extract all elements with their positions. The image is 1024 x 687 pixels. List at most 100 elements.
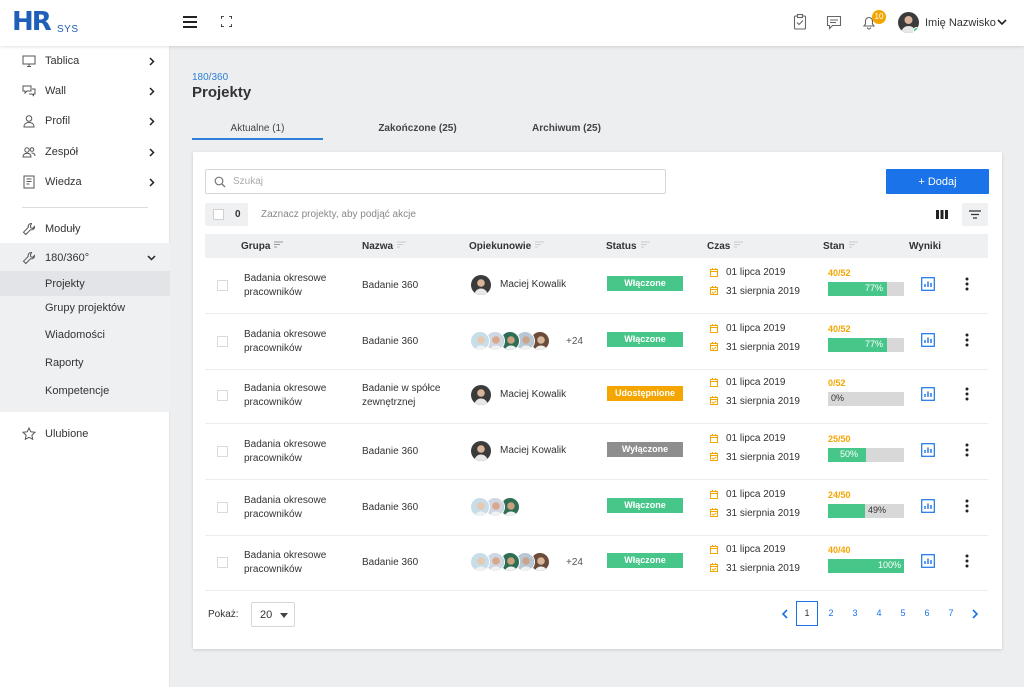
chat-icon[interactable] (825, 13, 843, 31)
columns-icon[interactable] (930, 203, 954, 226)
table-row[interactable]: Badania okresowe pracowników Badanie 360 W… (205, 480, 988, 536)
row-checkbox[interactable] (217, 336, 228, 347)
row-checkbox[interactable] (217, 446, 228, 457)
page-7-button[interactable]: 7 (940, 601, 962, 626)
wrench-icon (22, 252, 35, 265)
row-checkbox[interactable] (217, 390, 228, 401)
table-row[interactable]: Badania okresowe pracowników Badanie 360 +… (205, 535, 988, 591)
chevron-down-icon[interactable] (997, 18, 1007, 26)
clipboard-icon[interactable] (791, 13, 809, 31)
tab-aktualne[interactable]: Aktualne (1) (192, 116, 323, 140)
progress-bar: 49% (828, 504, 904, 518)
results-chart-icon[interactable] (921, 387, 935, 401)
results-chart-icon[interactable] (921, 277, 935, 291)
project-name[interactable]: Badanie 360 (362, 335, 457, 349)
sidebar-item-profil[interactable]: Profil (0, 106, 170, 136)
more-options-icon[interactable] (963, 442, 971, 458)
sidebar-subitem-kompetencje[interactable]: Kompetencje (0, 378, 170, 403)
results-chart-icon[interactable] (921, 554, 935, 568)
status-badge: Udostępnione (607, 386, 683, 401)
tab-zakonczone[interactable]: Zakończone (25) (352, 116, 483, 140)
row-checkbox[interactable] (217, 502, 228, 513)
breadcrumb[interactable]: 180/360 (192, 72, 228, 83)
sidebar-item-wiedza[interactable]: Wiedza (0, 167, 170, 197)
sort-icon (734, 241, 744, 248)
table-row[interactable]: Badania okresowe pracowników Badanie w sp… (205, 368, 988, 424)
results-chart-icon[interactable] (921, 443, 935, 457)
page-size-select[interactable]: 20 (251, 602, 295, 627)
chevron-right-icon[interactable] (972, 609, 979, 619)
fullscreen-icon[interactable] (221, 16, 232, 27)
caretaker-avatar[interactable] (471, 441, 491, 461)
sidebar-item-tablica[interactable]: Tablica (0, 46, 170, 76)
page-2-button[interactable]: 2 (820, 601, 842, 626)
project-name[interactable]: Badanie w spółce zewnętrznej (362, 382, 457, 410)
calendar-start-icon (710, 324, 718, 333)
sidebar-item-moduly[interactable]: Moduły (0, 214, 170, 244)
sidebar-subitem-raporty[interactable]: Raporty (0, 350, 170, 375)
table-row[interactable]: Badania okresowe pracowników Badanie 360 M… (205, 258, 988, 314)
hrsys-logo[interactable]: HR SYS (12, 8, 92, 38)
row-checkbox[interactable] (217, 557, 228, 568)
column-header-czas[interactable]: Czas (707, 241, 744, 252)
search-input[interactable] (233, 173, 653, 190)
more-caretakers-count[interactable]: +24 (566, 557, 583, 568)
tab-archiwum[interactable]: Archiwum (25) (501, 116, 632, 140)
progress-bar: 77% (828, 282, 904, 296)
project-name[interactable]: Badanie 360 (362, 556, 457, 570)
row-checkbox[interactable] (217, 280, 228, 291)
chevron-right-icon (149, 57, 155, 66)
column-header-nazwa[interactable]: Nazwa (362, 241, 407, 252)
results-chart-icon[interactable] (921, 333, 935, 347)
progress-bar: 77% (828, 338, 904, 352)
sidebar-item-ulubione[interactable]: Ulubione (0, 419, 170, 449)
chevron-left-icon[interactable] (781, 609, 788, 619)
caretaker-avatar[interactable] (471, 275, 491, 295)
project-name[interactable]: Badanie 360 (362, 279, 457, 293)
sidebar-item-zespol[interactable]: Zespół (0, 137, 170, 167)
page-3-button[interactable]: 3 (844, 601, 866, 626)
user-avatar[interactable] (898, 12, 919, 33)
select-all-checkbox[interactable] (213, 209, 224, 220)
add-project-button[interactable]: + Dodaj (886, 169, 989, 194)
more-options-icon[interactable] (963, 386, 971, 402)
caretaker-avatar[interactable] (471, 385, 491, 405)
caretaker-name[interactable]: Maciej Kowalik (500, 279, 566, 290)
column-header-stan[interactable]: Stan (823, 241, 858, 252)
more-options-icon[interactable] (963, 276, 971, 292)
progress-bar: 100% (828, 559, 904, 573)
more-options-icon[interactable] (963, 553, 971, 569)
results-chart-icon[interactable] (921, 499, 935, 513)
page-5-button[interactable]: 5 (892, 601, 914, 626)
sidebar-item-180-360[interactable]: 180/360° (0, 243, 170, 273)
table-row[interactable]: Badania okresowe pracowników Badanie 360 M… (205, 424, 988, 480)
sidebar-subitem-wiadomosci[interactable]: Wiadomości (0, 322, 170, 347)
caretaker-avatar[interactable] (470, 331, 490, 351)
more-options-icon[interactable] (963, 332, 971, 348)
project-name[interactable]: Badanie 360 (362, 445, 457, 459)
caretaker-avatar[interactable] (470, 552, 490, 572)
sidebar-subitem-projekty[interactable]: Projekty (0, 271, 170, 296)
sidebar: Tablica Wall Profil Zespół Wiedza Moduły… (0, 46, 170, 687)
page-1-button[interactable]: 1 (796, 601, 818, 626)
sidebar-subitem-grupy-projektow[interactable]: Grupy projektów (0, 295, 170, 320)
column-header-status[interactable]: Status (606, 241, 650, 252)
calendar-end-icon (710, 396, 718, 405)
column-header-opiekunowie[interactable]: Opiekunowie (469, 241, 545, 252)
sidebar-item-wall[interactable]: Wall (0, 76, 170, 106)
menu-toggle-button[interactable] (183, 16, 197, 28)
more-caretakers-count[interactable]: +24 (566, 336, 583, 347)
chevron-right-icon (149, 178, 155, 187)
caretaker-name[interactable]: Maciej Kowalik (500, 389, 566, 400)
caretaker-name[interactable]: Maciej Kowalik (500, 445, 566, 456)
user-name[interactable]: Imię Nazwisko (925, 17, 996, 29)
more-options-icon[interactable] (963, 498, 971, 514)
project-name[interactable]: Badanie 360 (362, 501, 457, 515)
column-header-grupa[interactable]: Grupa (241, 241, 284, 252)
table-row[interactable]: Badania okresowe pracowników Badanie 360 +… (205, 314, 988, 370)
caretaker-avatar[interactable] (470, 497, 490, 517)
page-4-button[interactable]: 4 (868, 601, 890, 626)
page-6-button[interactable]: 6 (916, 601, 938, 626)
filter-button[interactable] (962, 203, 988, 226)
status-badge: Włączone (607, 498, 683, 513)
